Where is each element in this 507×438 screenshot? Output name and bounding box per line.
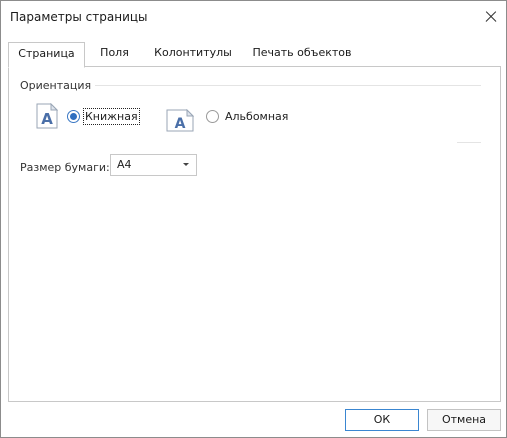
tab-strip: Страница Поля Колонтитулы Печать объекто… — [8, 42, 500, 68]
paper-size-select[interactable]: A4 — [110, 154, 197, 176]
cancel-button[interactable]: Отмена — [427, 409, 501, 431]
portrait-icon-letter: A — [41, 110, 53, 128]
tab-margins[interactable]: Поля — [92, 42, 137, 66]
dialog-title: Параметры страницы — [10, 10, 148, 24]
tab-print-objects[interactable]: Печать объектов — [246, 42, 358, 66]
landscape-label[interactable]: Альбомная — [225, 110, 288, 123]
chevron-down-icon — [183, 163, 189, 166]
group-divider — [95, 85, 481, 86]
page-setup-dialog: Параметры страницы Страница Поля Колонти… — [0, 0, 507, 438]
paper-size-label: Размер бумаги: — [20, 161, 110, 174]
landscape-page-icon: A — [166, 109, 194, 132]
landscape-icon-letter: A — [175, 116, 186, 132]
close-icon[interactable] — [479, 5, 503, 29]
paper-size-value: A4 — [117, 158, 132, 171]
ok-button[interactable]: ОК — [345, 409, 419, 431]
group-divider-end — [457, 142, 481, 143]
portrait-label[interactable]: Книжная — [83, 108, 140, 125]
title-bar: Параметры страницы — [1, 1, 506, 33]
landscape-radio[interactable] — [206, 110, 219, 123]
tab-page[interactable]: Страница — [8, 42, 85, 68]
tab-panel-page: Ориентация A Книжная A Альбомная Размер … — [8, 66, 501, 402]
portrait-page-icon: A — [36, 103, 58, 129]
orientation-group-label: Ориентация — [20, 79, 92, 92]
portrait-radio[interactable] — [67, 110, 80, 123]
tab-headers-footers[interactable]: Колонтитулы — [148, 42, 238, 66]
